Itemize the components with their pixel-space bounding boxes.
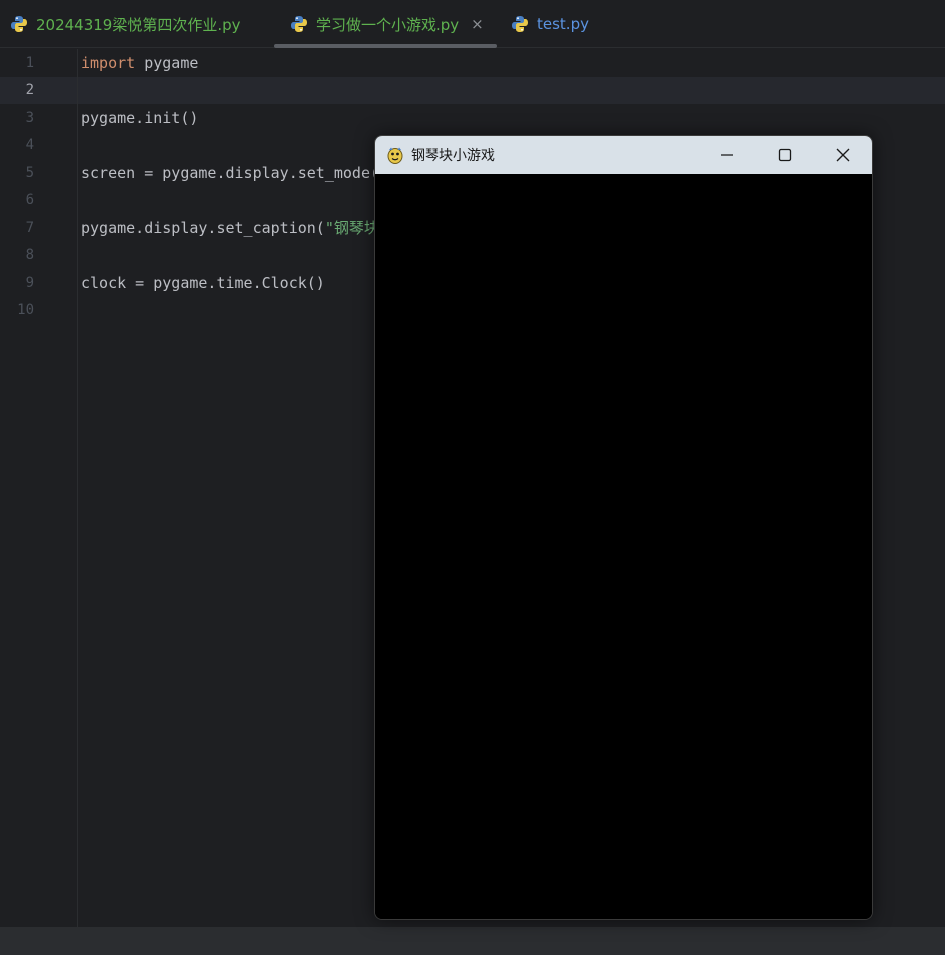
line-number: 1 [25, 55, 34, 71]
close-window-button[interactable] [814, 136, 872, 174]
line-number: 3 [25, 110, 34, 126]
pygame-title-bar[interactable]: 钢琴块小游戏 [375, 136, 872, 174]
pygame-snake-icon [387, 147, 403, 164]
line-number: 7 [25, 220, 34, 236]
tab-homework-file[interactable]: 20244319梁悦第四次作业.py [10, 0, 241, 48]
ide-window: 20244319梁悦第四次作业.py 学习做一个小游戏.py × test.py [0, 0, 945, 955]
status-bar [0, 927, 945, 955]
pygame-canvas[interactable] [375, 174, 872, 919]
tab-game-file[interactable]: 学习做一个小游戏.py × [290, 0, 484, 48]
keyword-import: import [81, 54, 136, 72]
maximize-button[interactable] [756, 136, 814, 174]
code-text: pygame.display.set_caption( [81, 219, 325, 237]
tab-test-file[interactable]: test.py [511, 0, 589, 48]
code-line-9: clock = pygame.time.Clock() [81, 274, 325, 292]
line-number: 6 [25, 192, 34, 208]
pygame-window[interactable]: 钢琴块小游戏 [374, 135, 873, 920]
tab-label: 20244319梁悦第四次作业.py [36, 15, 241, 34]
line-number: 8 [25, 247, 34, 263]
active-tab-indicator [274, 44, 497, 48]
line-number: 5 [25, 165, 34, 181]
minimize-button[interactable] [698, 136, 756, 174]
line-number: 9 [25, 275, 34, 291]
python-file-icon [512, 16, 528, 32]
line-number-current: 2 [25, 82, 34, 98]
python-file-icon [291, 16, 307, 32]
editor-tab-bar: 20244319梁悦第四次作业.py 学习做一个小游戏.py × test.py [0, 0, 945, 48]
code-text: pygame [135, 54, 199, 72]
close-icon[interactable]: × [471, 15, 484, 33]
python-file-icon [11, 16, 27, 32]
code-line-1: import pygame [81, 50, 198, 77]
tab-label: 学习做一个小游戏.py [316, 15, 460, 34]
tab-label: test.py [537, 15, 589, 33]
pygame-window-title: 钢琴块小游戏 [411, 148, 495, 164]
line-number-gutter: 1 2 3 4 5 6 7 8 9 10 [0, 49, 78, 927]
minimize-icon [721, 154, 733, 156]
code-line-3: pygame.init() [81, 109, 199, 127]
maximize-icon [778, 148, 792, 162]
line-number: 10 [17, 302, 34, 318]
line-number: 4 [25, 137, 34, 153]
current-line-highlight [0, 77, 945, 104]
close-icon [836, 148, 850, 162]
